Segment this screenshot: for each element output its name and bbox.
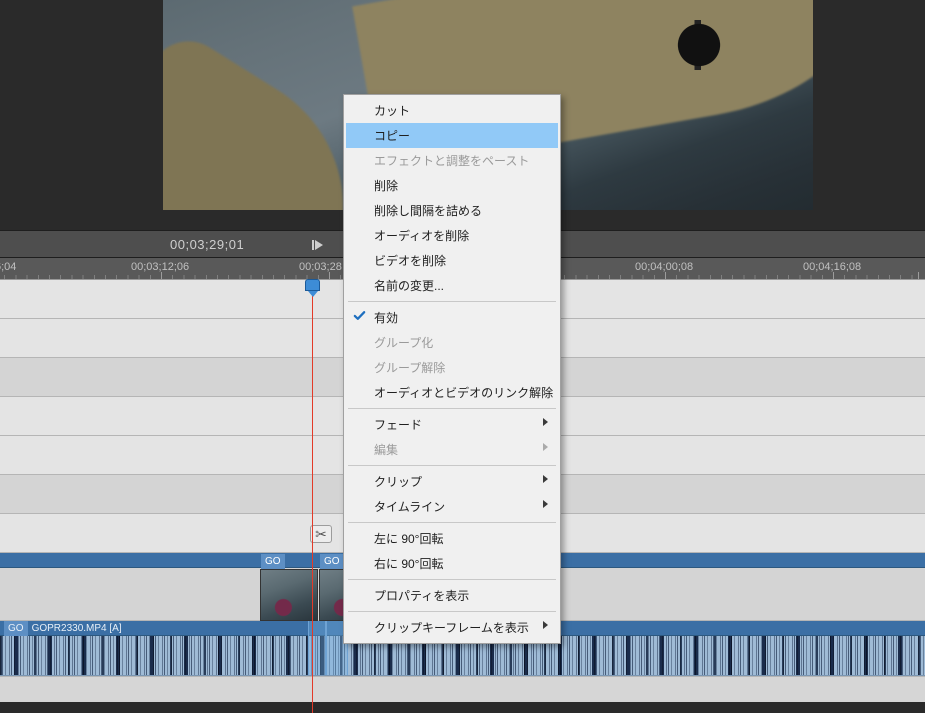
menu-group: グループ化 <box>346 330 558 355</box>
menu-copy[interactable]: コピー <box>346 123 558 148</box>
menu-timeline-label: タイムライン <box>374 500 445 514</box>
chevron-right-icon <box>543 500 548 508</box>
menu-clip-label: クリップ <box>374 475 422 489</box>
menu-rotate-left[interactable]: 左に 90°回転 <box>346 526 558 551</box>
menu-rename[interactable]: 名前の変更... <box>346 273 558 298</box>
menu-paste-effects: エフェクトと調整をペースト <box>346 148 558 173</box>
menu-separator <box>348 408 556 409</box>
menu-show-properties[interactable]: プロパティを表示 <box>346 583 558 608</box>
playhead[interactable] <box>312 279 313 713</box>
chevron-right-icon <box>543 443 548 451</box>
menu-fade[interactable]: フェード <box>346 412 558 437</box>
menu-ungroup: グループ解除 <box>346 355 558 380</box>
scissors-icon: ✂ <box>315 526 327 542</box>
menu-rotate-right[interactable]: 右に 90°回転 <box>346 551 558 576</box>
playhead-handle[interactable] <box>305 279 320 291</box>
menu-separator <box>348 522 556 523</box>
clip-tag: GO <box>4 621 28 636</box>
menu-enable-label: 有効 <box>374 311 398 325</box>
menu-delete-video[interactable]: ビデオを削除 <box>346 248 558 273</box>
next-marker-icon[interactable] <box>310 237 326 253</box>
playhead-timecode: 00;03;29;01 <box>170 231 244 259</box>
chevron-right-icon <box>543 621 548 629</box>
menu-fade-label: フェード <box>374 418 422 432</box>
chevron-right-icon <box>543 475 548 483</box>
menu-separator <box>348 301 556 302</box>
menu-delete-audio[interactable]: オーディオを削除 <box>346 223 558 248</box>
clip-tag: GO <box>320 554 344 569</box>
audio-selection[interactable] <box>308 621 326 675</box>
menu-delete-close-gap[interactable]: 削除し間隔を詰める <box>346 198 558 223</box>
video-clip[interactable]: GO <box>260 569 318 621</box>
menu-cut[interactable]: カット <box>346 98 558 123</box>
menu-unlink-av[interactable]: オーディオとビデオのリンク解除 <box>346 380 558 405</box>
chevron-right-icon <box>543 418 548 426</box>
audio-clip-filename: GOPR2330.MP4 [A] <box>32 623 122 634</box>
clip-context-menu: カット コピー エフェクトと調整をペースト 削除 削除し間隔を詰める オーディオ… <box>343 94 561 644</box>
check-icon <box>352 308 367 323</box>
timeline-footer <box>0 676 925 702</box>
split-clip-button[interactable]: ✂ <box>310 525 332 543</box>
menu-enable[interactable]: 有効 <box>346 305 558 330</box>
menu-separator <box>348 579 556 580</box>
menu-edit: 編集 <box>346 437 558 462</box>
menu-separator <box>348 465 556 466</box>
menu-show-keyframes[interactable]: クリップキーフレームを表示 <box>346 615 558 640</box>
menu-timeline[interactable]: タイムライン <box>346 494 558 519</box>
menu-show-keyframes-label: クリップキーフレームを表示 <box>374 621 529 635</box>
clip-thumbnail <box>261 570 317 620</box>
menu-separator <box>348 611 556 612</box>
clip-tag: GO <box>261 554 285 569</box>
menu-edit-label: 編集 <box>374 443 398 457</box>
preview-content <box>663 20 753 70</box>
menu-delete[interactable]: 削除 <box>346 173 558 198</box>
menu-clip[interactable]: クリップ <box>346 469 558 494</box>
